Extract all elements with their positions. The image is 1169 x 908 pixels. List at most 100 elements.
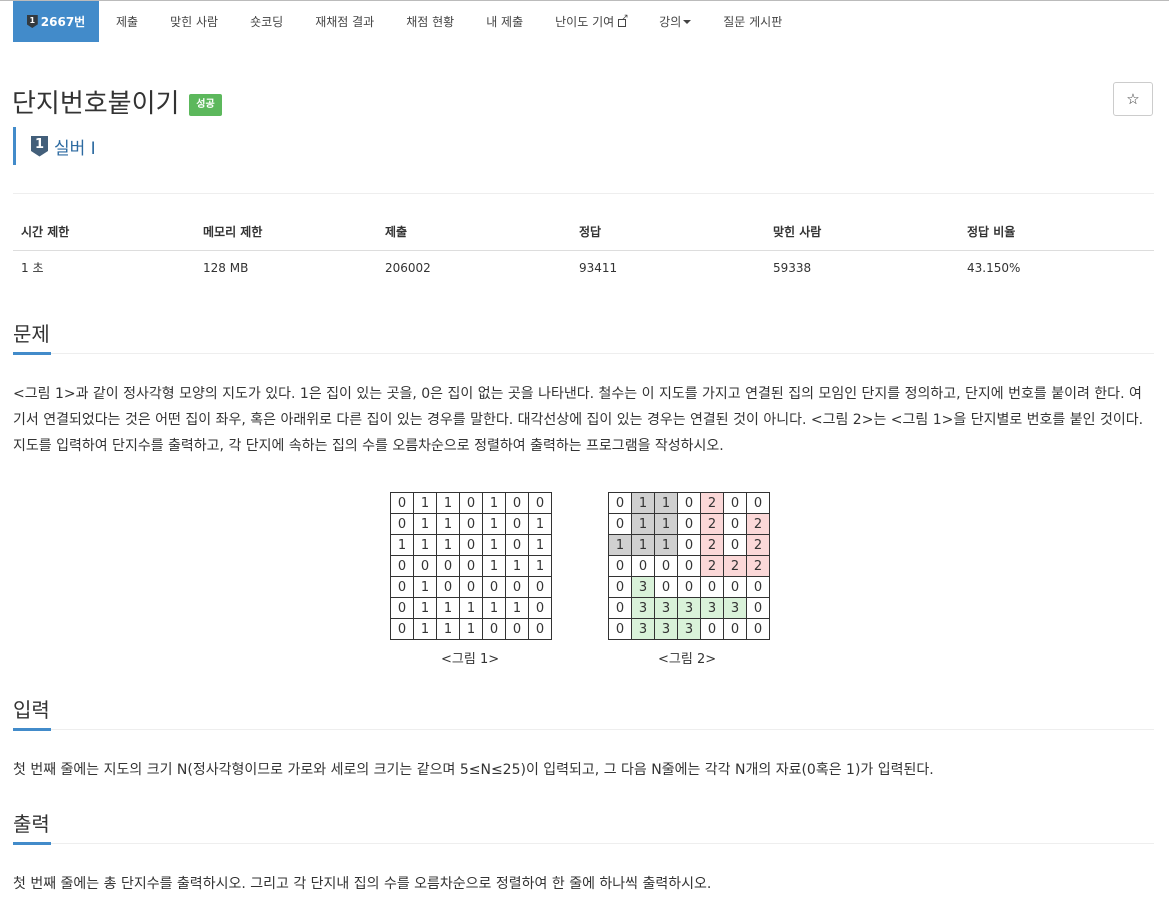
grid-cell: 0 bbox=[700, 576, 724, 598]
grid-row: 0111000 bbox=[390, 618, 552, 640]
grid-cell: 2 bbox=[700, 492, 724, 514]
grid-cell: 1 bbox=[631, 513, 655, 535]
grid-row: 0300000 bbox=[608, 576, 770, 598]
grid-cell: 3 bbox=[631, 618, 655, 640]
info-header-row: 시간 제한 메모리 제한 제출 정답 맞힌 사람 정답 비율 bbox=[13, 214, 1154, 251]
grid-cell: 1 bbox=[436, 513, 460, 535]
grid-cell: 0 bbox=[390, 597, 414, 619]
output-description: 첫 번째 줄에는 총 단지수를 출력하시오. 그리고 각 단지내 집의 수를 오… bbox=[13, 876, 712, 892]
tier-indicator: 1 실버 I bbox=[13, 127, 96, 165]
grid-cell: 1 bbox=[482, 513, 506, 535]
tab-rejudge-results[interactable]: 재채점 결과 bbox=[315, 1, 374, 42]
grid-cell: 0 bbox=[459, 555, 483, 577]
tab-accepted-users[interactable]: 맞힌 사람 bbox=[170, 1, 218, 42]
tab-difficulty-contribution[interactable]: 난이도 기여 bbox=[555, 1, 629, 42]
grid-cell: 0 bbox=[677, 513, 701, 535]
value-time-limit: 1 초 bbox=[21, 261, 44, 276]
grid-cell: 1 bbox=[436, 618, 460, 640]
grid-cell: 1 bbox=[482, 492, 506, 514]
grid-cell: 3 bbox=[700, 597, 724, 619]
value-accepted: 93411 bbox=[579, 260, 618, 275]
grid-cell: 2 bbox=[700, 534, 724, 556]
grid-cell: 1 bbox=[482, 555, 506, 577]
grid-cell: 1 bbox=[436, 492, 460, 514]
tab-judge-status[interactable]: 채점 현황 bbox=[406, 1, 454, 42]
grid-row: 0110101 bbox=[390, 513, 552, 535]
grid-cell: 1 bbox=[608, 534, 632, 556]
grid-cell: 2 bbox=[700, 513, 724, 535]
header-submissions: 제출 bbox=[377, 214, 571, 251]
grid-cell: 0 bbox=[723, 513, 747, 535]
grid-cell: 0 bbox=[700, 618, 724, 640]
section-heading-input: 입력 bbox=[13, 698, 50, 722]
grid-cell: 0 bbox=[723, 534, 747, 556]
grid-cell: 2 bbox=[746, 534, 770, 556]
input-description: 첫 번째 줄에는 지도의 크기 N(정사각형이므로 가로와 세로의 크기는 같으… bbox=[13, 762, 934, 778]
grid-cell: 0 bbox=[505, 576, 529, 598]
grid-cell: 0 bbox=[390, 576, 414, 598]
grid-row: 1110202 bbox=[608, 534, 770, 556]
grid-cell: 0 bbox=[436, 555, 460, 577]
value-accept-ratio: 43.150% bbox=[967, 260, 1021, 275]
value-submissions: 206002 bbox=[385, 260, 431, 275]
grid-cell: 3 bbox=[677, 597, 701, 619]
grid-cell: 0 bbox=[528, 597, 552, 619]
grid-row: 0333330 bbox=[608, 597, 770, 619]
header-accepted: 정답 bbox=[571, 214, 765, 251]
grid-cell: 0 bbox=[482, 576, 506, 598]
grid-cell: 2 bbox=[723, 555, 747, 577]
tab-question-board[interactable]: 질문 게시판 bbox=[723, 1, 782, 42]
grid-cell: 0 bbox=[390, 555, 414, 577]
grid-cell: 3 bbox=[654, 597, 678, 619]
grid-cell: 0 bbox=[654, 576, 678, 598]
grid-cell: 0 bbox=[677, 576, 701, 598]
tab-submit[interactable]: 제출 bbox=[116, 1, 138, 42]
grid-cell: 0 bbox=[608, 492, 632, 514]
grid-cell: 0 bbox=[677, 534, 701, 556]
grid-cell: 0 bbox=[459, 576, 483, 598]
grid-cell: 0 bbox=[746, 618, 770, 640]
grid-cell: 0 bbox=[390, 513, 414, 535]
grid-cell: 0 bbox=[390, 618, 414, 640]
grid-cell: 0 bbox=[482, 618, 506, 640]
grid-cell: 0 bbox=[677, 492, 701, 514]
grid-cell: 3 bbox=[631, 576, 655, 598]
grid-row: 0110100 bbox=[390, 492, 552, 514]
grid-cell: 0 bbox=[436, 576, 460, 598]
grid-cell: 0 bbox=[505, 618, 529, 640]
header-memory-limit: 메모리 제한 bbox=[195, 214, 377, 251]
grid-cell: 0 bbox=[677, 555, 701, 577]
grid-cell: 0 bbox=[608, 618, 632, 640]
grid-cell: 2 bbox=[746, 513, 770, 535]
grid-cell: 2 bbox=[700, 555, 724, 577]
tab-difficulty-label: 난이도 기여 bbox=[555, 15, 615, 29]
figure1-grid: 0110100011010111101010000111010000001111… bbox=[390, 492, 552, 640]
tab-problem-number[interactable]: 1 2667번 bbox=[13, 1, 99, 42]
grid-cell: 1 bbox=[413, 597, 437, 619]
header-accept-ratio: 정답 비율 bbox=[959, 214, 1154, 251]
tab-my-submissions[interactable]: 내 제출 bbox=[486, 1, 523, 42]
header-time-limit: 시간 제한 bbox=[13, 214, 195, 251]
grid-cell: 1 bbox=[631, 534, 655, 556]
grid-cell: 0 bbox=[723, 576, 747, 598]
grid-cell: 1 bbox=[505, 597, 529, 619]
grid-cell: 1 bbox=[482, 597, 506, 619]
grid-cell: 1 bbox=[528, 513, 552, 535]
tab-short-coding[interactable]: 숏코딩 bbox=[250, 1, 283, 42]
grid-cell: 0 bbox=[608, 555, 632, 577]
grid-cell: 0 bbox=[608, 597, 632, 619]
section-heading-output: 출력 bbox=[13, 812, 50, 836]
grid-row: 1110101 bbox=[390, 534, 552, 556]
section-underline bbox=[13, 842, 1154, 845]
grid-cell: 0 bbox=[459, 513, 483, 535]
grid-cell: 1 bbox=[413, 534, 437, 556]
grid-cell: 0 bbox=[505, 513, 529, 535]
grid-cell: 0 bbox=[528, 618, 552, 640]
favorite-button[interactable]: ☆ bbox=[1113, 82, 1153, 116]
tab-lectures[interactable]: 강의 bbox=[659, 1, 692, 42]
figure1-caption: <그림 1> bbox=[441, 652, 500, 667]
grid-cell: 0 bbox=[746, 576, 770, 598]
grid-cell: 0 bbox=[459, 534, 483, 556]
grid-cell: 0 bbox=[631, 555, 655, 577]
grid-cell: 1 bbox=[413, 618, 437, 640]
